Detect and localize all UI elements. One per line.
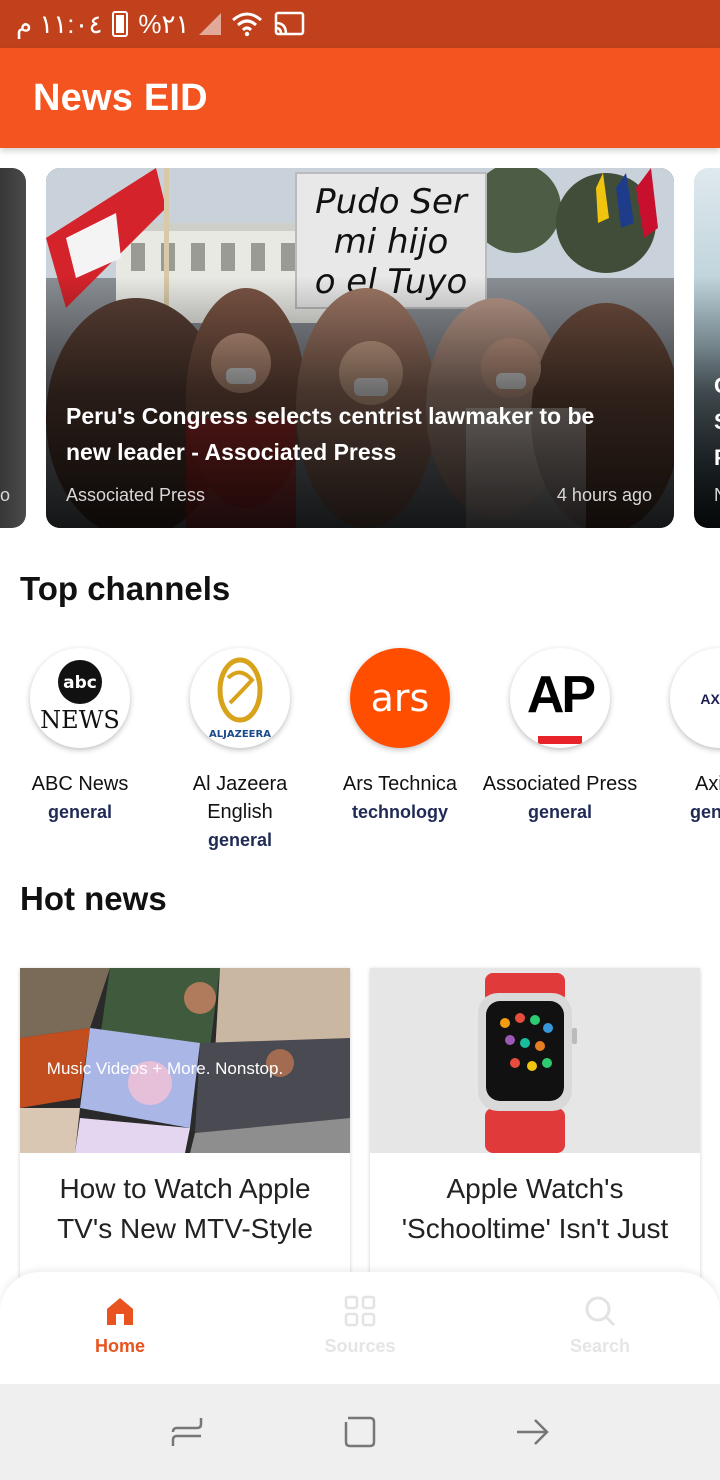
abc-news-logo: abc NEWS (30, 648, 130, 748)
nav-label-search: Search (569, 1336, 631, 1356)
carousel-card-next[interactable]: C S F N (694, 168, 720, 528)
channel-category: gen (690, 802, 720, 822)
channel-ars-technica[interactable]: ars Ars Technica technology (320, 648, 480, 823)
app-title: News EID (33, 76, 208, 119)
carousel-card-main[interactable]: Pudo Ser mi hijo o el Tuyo Peru's Cong (46, 168, 674, 528)
carousel-prev-source: o (0, 485, 11, 505)
nav-home[interactable]: Home (0, 1272, 240, 1384)
svg-text:AP: AP (527, 666, 595, 724)
hot-news-card[interactable]: Music Videos + More. Nonstop. How to Wat… (20, 968, 350, 1278)
grid-icon (344, 1295, 376, 1327)
axios-logo: AXI (670, 648, 720, 748)
ars-logo: ars (350, 648, 450, 748)
cast-icon (273, 11, 305, 37)
channels-list[interactable]: abc NEWS ABC News general ALJAZEERA Al J… (0, 648, 720, 868)
hot-news-card[interactable]: Apple Watch's 'Schooltime' Isn't Just (370, 968, 700, 1278)
nav-label-home: Home (94, 1336, 145, 1356)
carousel-headline: Peru's Congress selects centrist lawmake… (66, 403, 595, 465)
battery-icon (112, 11, 129, 37)
svg-text:abc: abc (63, 673, 97, 693)
channel-name: Ars Technica (342, 773, 458, 795)
carousel-source: Associated Press (66, 485, 206, 505)
headline-carousel[interactable]: o Peru's Congress selects centrist lawma… (0, 168, 720, 528)
channel-name: ABC News (31, 773, 129, 795)
channel-name: Al Jazeera English (192, 773, 288, 823)
channel-name: Associated Press (482, 773, 638, 795)
hot-news-headline: How to Watch Apple TV's New MTV-Style (57, 1173, 313, 1244)
channel-category: general (207, 830, 273, 850)
home-button-icon[interactable] (340, 1412, 380, 1452)
back-arrow-icon[interactable] (513, 1412, 553, 1452)
hot-news-headline: Apple Watch's 'Schooltime' Isn't Just (401, 1173, 669, 1244)
carousel-next-headline: C S F (714, 368, 720, 476)
wifi-icon (231, 11, 263, 37)
nav-search[interactable]: Search (480, 1272, 720, 1384)
channel-category: general (527, 802, 593, 822)
bottom-navigation: Home Sources Search (0, 1272, 720, 1384)
status-bar: ١١:٠٤ م %٢١ (0, 0, 720, 48)
search-icon (585, 1296, 616, 1327)
nav-sources[interactable]: Sources (240, 1272, 480, 1384)
recent-apps-icon[interactable] (167, 1412, 207, 1452)
home-icon (107, 1298, 133, 1325)
screen: ١١:٠٤ م %٢١ News EID o Peru's Congress s… (0, 0, 720, 1480)
svg-text:ars: ars (371, 676, 430, 720)
svg-text:Music Videos + More. Nonstop.: Music Videos + More. Nonstop. (47, 1059, 283, 1078)
svg-text:NEWS: NEWS (40, 706, 120, 734)
channel-category: technology (351, 802, 448, 822)
system-navigation-bar (0, 1384, 720, 1480)
channel-name: Axi (695, 773, 720, 795)
carousel-time: 4 hours ago (556, 485, 652, 505)
channel-axios[interactable]: AXI Axi gen (640, 648, 720, 823)
mtv-collage-image: Music Videos + More. Nonstop. (20, 968, 350, 1153)
channel-associated-press[interactable]: AP Associated Press general (480, 648, 640, 823)
nav-label-sources: Sources (324, 1336, 396, 1356)
app-bar: News EID (0, 48, 720, 148)
top-channels-title: Top channels (20, 570, 231, 607)
ap-logo: AP (510, 648, 610, 748)
aljazeera-logo: ALJAZEERA (190, 648, 290, 748)
channel-category: general (47, 802, 113, 822)
clock: ١١:٠٤ م (16, 8, 103, 39)
carousel-card-previous[interactable]: o (0, 168, 26, 528)
carousel-next-source: N (714, 485, 720, 506)
signal-icon (199, 13, 222, 35)
hot-news-title: Hot news (20, 880, 167, 917)
battery-level: %٢١ (138, 8, 190, 39)
svg-text:ALJAZEERA: ALJAZEERA (209, 729, 271, 740)
channel-al-jazeera[interactable]: ALJAZEERA Al Jazeera English general (160, 648, 320, 851)
svg-text:AXI: AXI (700, 691, 720, 707)
apple-watch-image (370, 968, 700, 1153)
channel-abc-news[interactable]: abc NEWS ABC News general (0, 648, 160, 823)
